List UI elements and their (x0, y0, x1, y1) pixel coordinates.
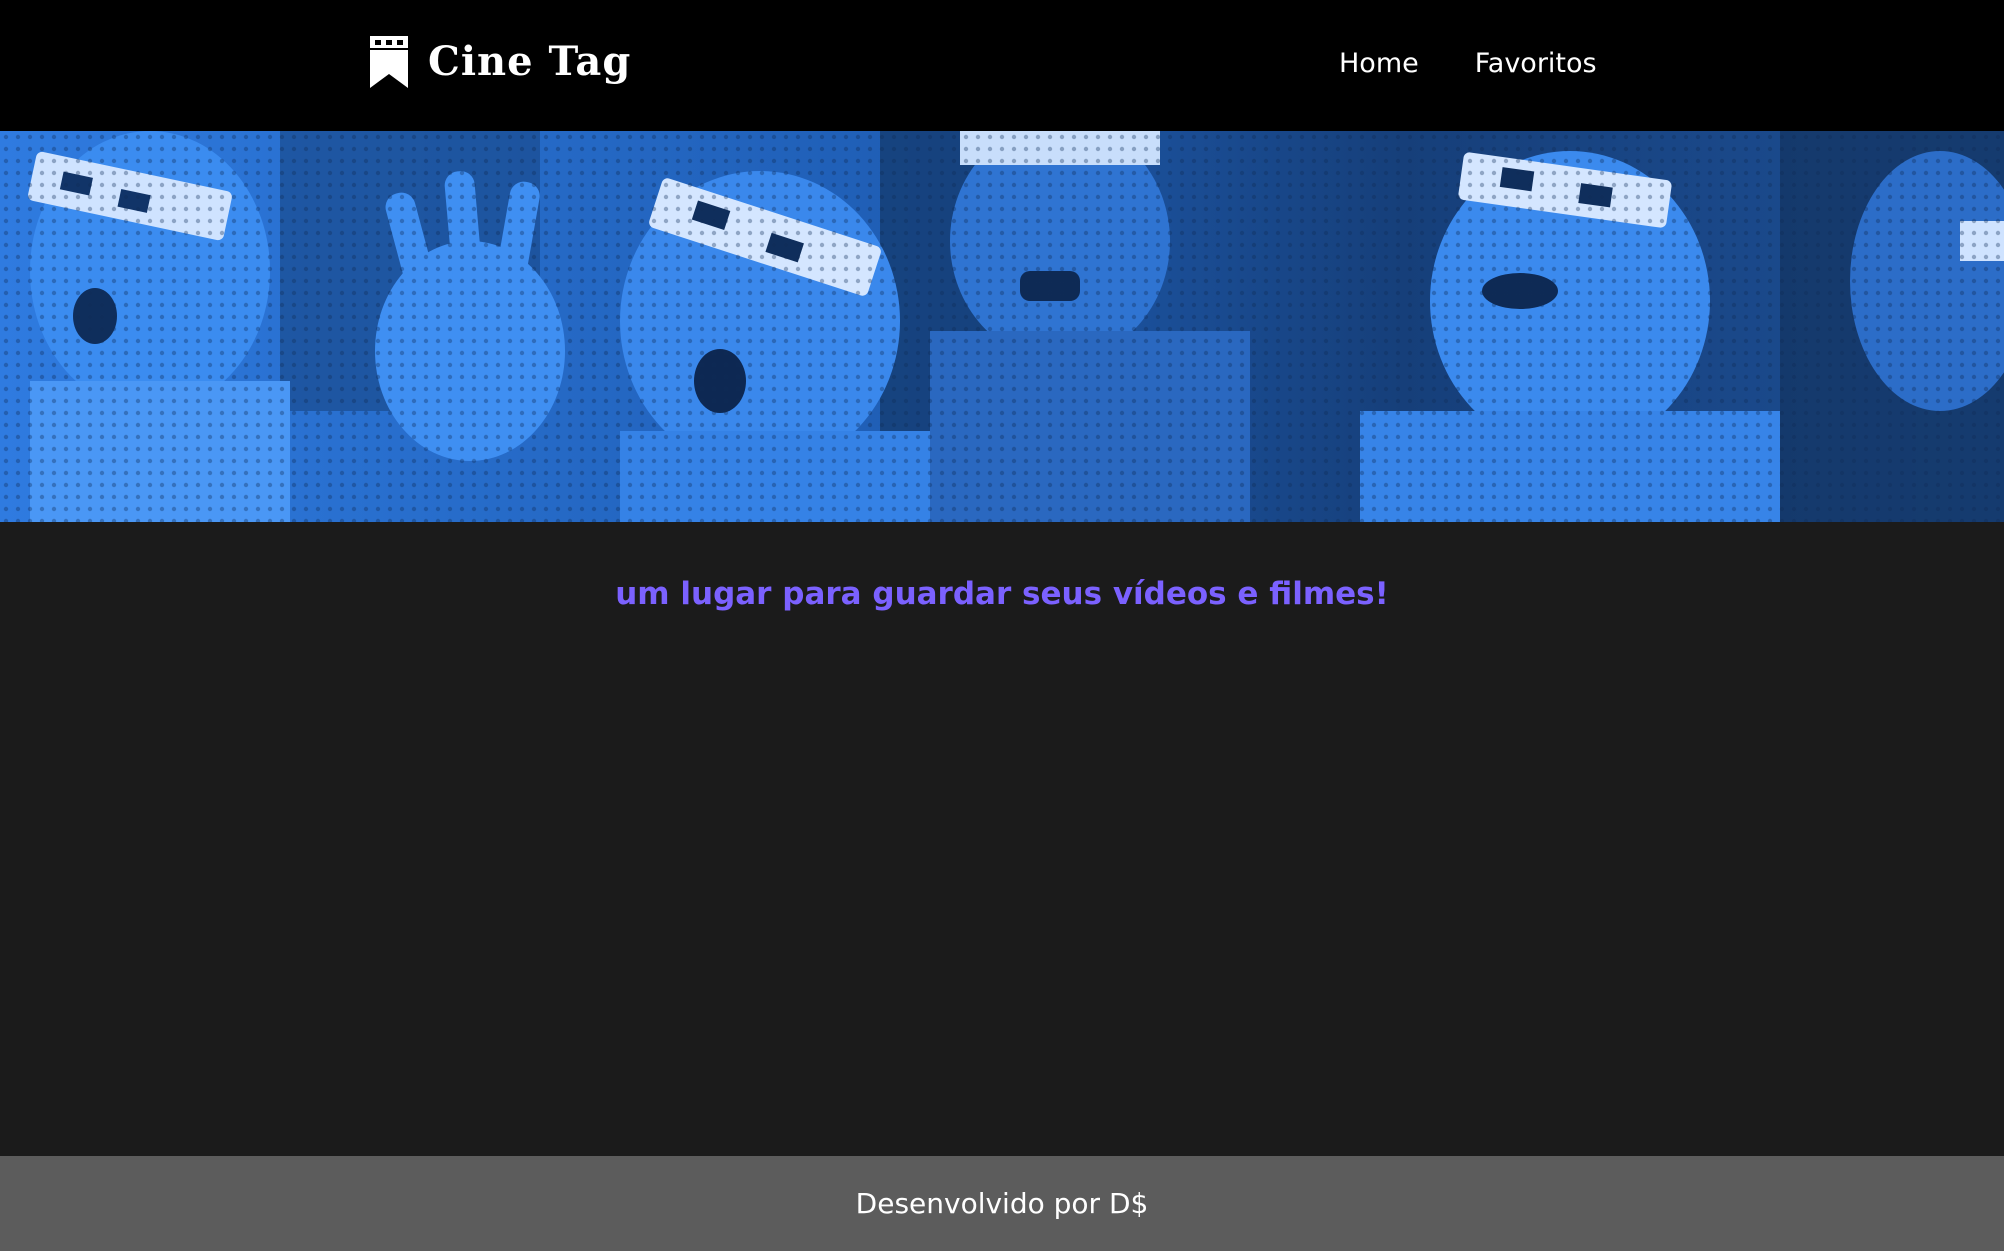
main-nav: Home Favoritos (1339, 44, 1597, 84)
site-footer: Desenvolvido por D$ (0, 1156, 2004, 1251)
site-header: Cine Tag Home Favoritos (0, 0, 2004, 131)
footer-text: Desenvolvido por D$ (855, 1187, 1149, 1220)
nav-favoritos-link[interactable]: Favoritos (1475, 44, 1597, 84)
nav-home-link[interactable]: Home (1339, 44, 1419, 84)
hero-banner (0, 131, 2004, 522)
bookmark-film-icon (370, 36, 408, 88)
page-tagline: um lugar para guardar seus vídeos e film… (615, 576, 1389, 612)
logo-text: Cine Tag (428, 38, 632, 85)
3d-cinema-audience-image (0, 131, 2004, 522)
page: Cine Tag Home Favoritos um lugar para gu… (0, 0, 2004, 1251)
logo-link[interactable]: Cine Tag (370, 36, 631, 88)
